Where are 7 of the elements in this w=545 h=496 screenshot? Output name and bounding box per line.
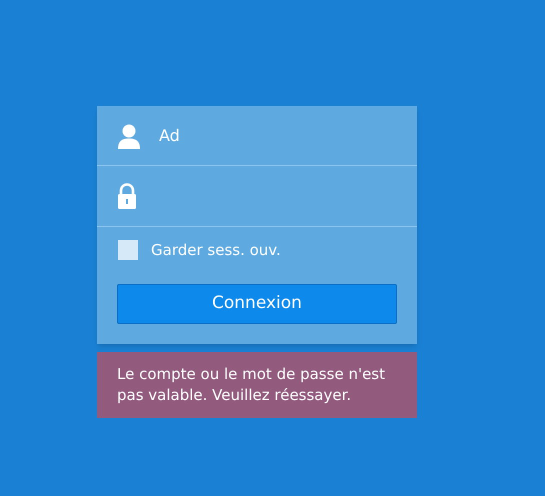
login-button[interactable]: Connexion: [117, 284, 397, 324]
error-message: Le compte ou le mot de passe n'est pas valable. Veuillez réessayer.: [97, 352, 417, 418]
remember-label: Garder sess. ouv.: [151, 240, 281, 261]
user-icon: [117, 122, 141, 148]
lock-icon: [117, 183, 137, 209]
username-field[interactable]: Ad: [159, 124, 397, 148]
checkbox[interactable]: [118, 240, 138, 260]
